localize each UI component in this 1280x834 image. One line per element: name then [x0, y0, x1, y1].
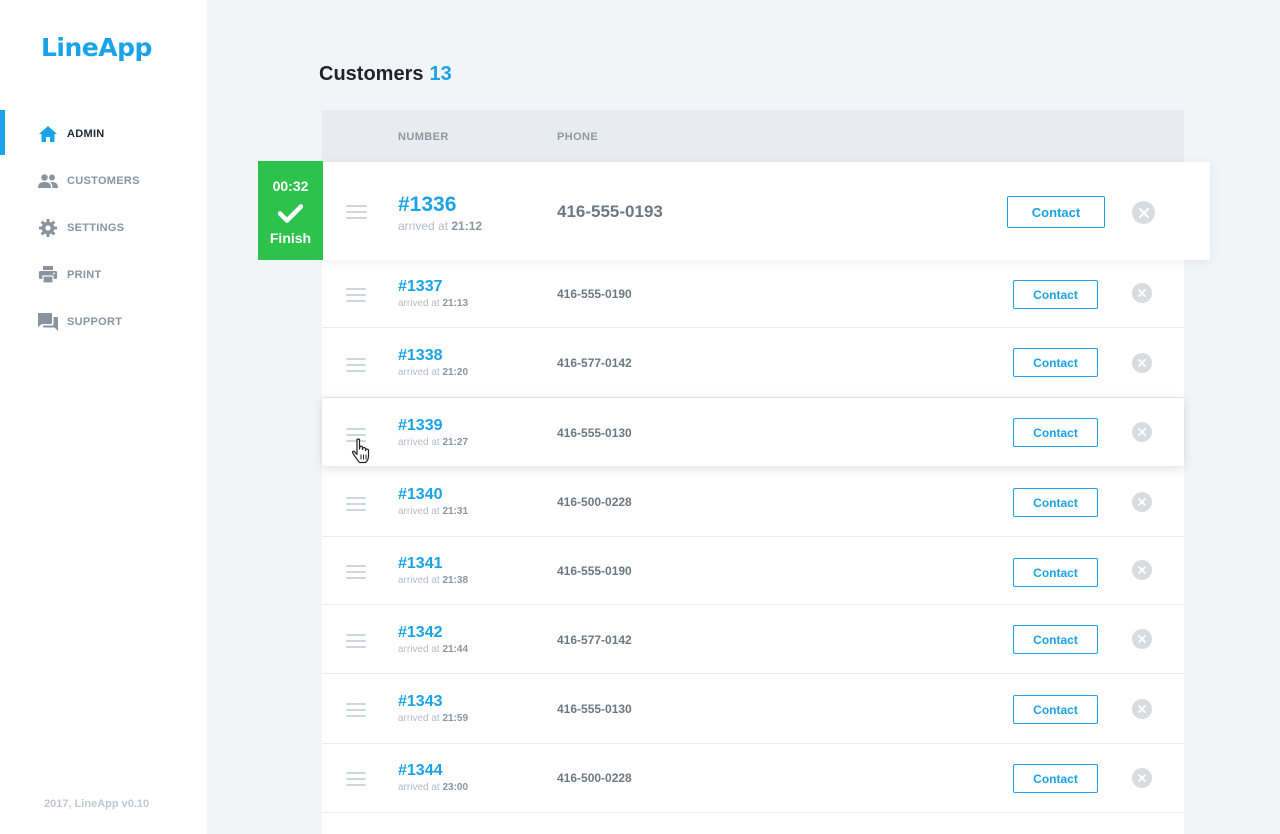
customer-number[interactable]: #1336 — [398, 193, 456, 217]
phone-number: 416-555-0130 — [557, 702, 632, 716]
customer-list: #1336 arrived at 21:12 416-555-0193 Cont… — [322, 162, 1210, 834]
table-row[interactable]: #1339 arrived at 21:27 416-555-0130 Cont… — [322, 398, 1184, 467]
contact-button[interactable]: Contact — [1013, 695, 1098, 724]
contact-button[interactable]: Contact — [1013, 348, 1098, 377]
contact-button[interactable]: Contact — [1013, 280, 1098, 309]
sidebar-item-print[interactable]: PRINT — [0, 251, 207, 298]
phone-number: 416-555-0130 — [557, 426, 632, 440]
customer-number[interactable]: #1339 — [398, 417, 443, 435]
arrival-time: arrived at 21:44 — [398, 644, 469, 655]
sidebar-nav: ADMIN CUSTOMERS SETTINGS PRINT SUPPORT — [0, 110, 207, 345]
sidebar-item-label: ADMIN — [67, 127, 105, 140]
table-row[interactable]: #1340 arrived at 21:31 416-500-0228 Cont… — [322, 467, 1184, 537]
phone-number: 416-555-0190 — [557, 287, 632, 301]
service-timer: 00:32 — [272, 178, 309, 194]
phone-number: 416-555-0193 — [557, 202, 663, 221]
sidebar-item-label: CUSTOMERS — [67, 174, 140, 187]
arrival-time: arrived at 21:59 — [398, 713, 469, 724]
contact-button[interactable]: Contact — [1013, 625, 1098, 654]
gear-icon — [38, 218, 58, 238]
table-row[interactable]: #1342 arrived at 21:44 416-577-0142 Cont… — [322, 605, 1184, 674]
remove-icon[interactable] — [1132, 353, 1152, 373]
people-icon — [38, 171, 58, 191]
table-row[interactable] — [322, 813, 1184, 834]
table-header: NUMBER PHONE — [322, 110, 1184, 162]
drag-handle-icon[interactable] — [346, 565, 366, 579]
phone-number: 416-577-0142 — [557, 356, 632, 370]
check-icon — [278, 204, 303, 223]
drag-handle-icon[interactable] — [346, 634, 366, 648]
customer-number[interactable]: #1343 — [398, 693, 443, 711]
home-icon — [38, 124, 58, 144]
remove-icon[interactable] — [1132, 201, 1155, 224]
drag-handle-icon[interactable] — [346, 497, 366, 511]
finish-button[interactable]: 00:32 Finish — [258, 161, 323, 260]
contact-button[interactable]: Contact — [1007, 196, 1105, 228]
hand-cursor-icon — [351, 438, 370, 464]
sidebar-item-support[interactable]: SUPPORT — [0, 298, 207, 345]
arrival-time: arrived at 23:00 — [398, 782, 469, 793]
remove-icon[interactable] — [1132, 560, 1152, 580]
version-footer: 2017, LineApp v0.10 — [44, 798, 150, 810]
customer-number[interactable]: #1338 — [398, 347, 443, 365]
customer-number[interactable]: #1344 — [398, 762, 443, 780]
app-logo[interactable]: LineApp — [41, 33, 152, 62]
remove-icon[interactable] — [1132, 768, 1152, 788]
arrival-time: arrived at 21:38 — [398, 575, 469, 586]
arrival-time: arrived at 21:13 — [398, 298, 469, 309]
phone-number: 416-500-0228 — [557, 771, 632, 785]
table-row[interactable]: #1343 arrived at 21:59 416-555-0130 Cont… — [322, 674, 1184, 744]
table-row[interactable]: #1341 arrived at 21:38 416-555-0190 Cont… — [322, 537, 1184, 605]
customer-number[interactable]: #1342 — [398, 624, 443, 642]
sidebar-item-admin[interactable]: ADMIN — [0, 110, 207, 157]
table-row[interactable]: #1338 arrived at 21:20 416-577-0142 Cont… — [322, 328, 1184, 398]
column-header-phone: PHONE — [557, 131, 599, 143]
sidebar-item-customers[interactable]: CUSTOMERS — [0, 157, 207, 204]
customer-number[interactable]: #1340 — [398, 486, 443, 504]
drag-handle-icon[interactable] — [346, 288, 366, 302]
printer-icon — [38, 265, 58, 285]
remove-icon[interactable] — [1132, 492, 1152, 512]
arrival-time: arrived at 21:20 — [398, 367, 469, 378]
arrival-time: arrived at 21:31 — [398, 506, 469, 517]
contact-button[interactable]: Contact — [1013, 488, 1098, 517]
contact-button[interactable]: Contact — [1013, 764, 1098, 793]
customer-number[interactable]: #1341 — [398, 555, 443, 573]
phone-number: 416-555-0190 — [557, 564, 632, 578]
contact-button[interactable]: Contact — [1013, 418, 1098, 447]
sidebar-item-label: SETTINGS — [67, 221, 125, 234]
table-row[interactable]: #1337 arrived at 21:13 416-555-0190 Cont… — [322, 260, 1184, 328]
current-customer-row[interactable]: #1336 arrived at 21:12 416-555-0193 Cont… — [322, 162, 1210, 260]
phone-number: 416-500-0228 — [557, 495, 632, 509]
chat-icon — [38, 312, 58, 332]
contact-button[interactable]: Contact — [1013, 558, 1098, 587]
drag-handle-icon[interactable] — [346, 703, 366, 717]
customer-number[interactable]: #1337 — [398, 278, 443, 296]
drag-handle-icon[interactable] — [346, 205, 367, 219]
table-row[interactable]: #1344 arrived at 23:00 416-500-0228 Cont… — [322, 744, 1184, 813]
customer-count: 13 — [429, 63, 452, 85]
sidebar-item-label: SUPPORT — [67, 315, 123, 328]
remove-icon[interactable] — [1132, 283, 1152, 303]
remove-icon[interactable] — [1132, 629, 1152, 649]
sidebar-item-settings[interactable]: SETTINGS — [0, 204, 207, 251]
column-header-number: NUMBER — [398, 131, 449, 143]
phone-number: 416-577-0142 — [557, 633, 632, 647]
page-title-text: Customers — [319, 63, 424, 85]
sidebar: LineApp ADMIN CUSTOMERS SETTINGS PRINT S… — [0, 0, 207, 834]
page-title: Customers 13 — [319, 63, 452, 86]
finish-label: Finish — [269, 230, 312, 246]
drag-handle-icon[interactable] — [346, 772, 366, 786]
remove-icon[interactable] — [1132, 422, 1152, 442]
arrival-time: arrived at 21:12 — [398, 219, 483, 233]
sidebar-item-label: PRINT — [67, 268, 102, 281]
drag-handle-icon[interactable] — [346, 358, 366, 372]
remove-icon[interactable] — [1132, 699, 1152, 719]
arrival-time: arrived at 21:27 — [398, 437, 469, 448]
